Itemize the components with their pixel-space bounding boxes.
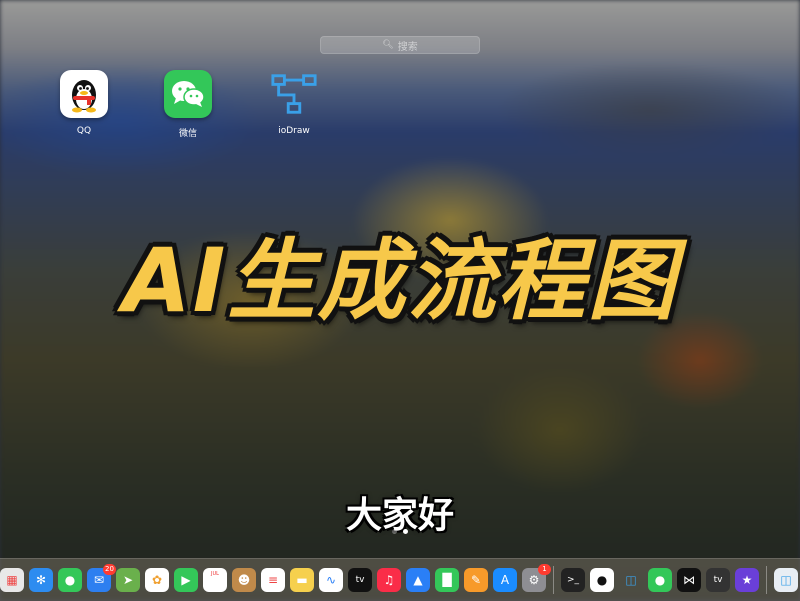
settings-badge: 1 <box>538 564 551 575</box>
music-icon[interactable]: ♫ <box>377 568 401 592</box>
calendar-icon[interactable]: JUL 16 <box>203 568 227 592</box>
wechat-icon <box>164 70 212 118</box>
pages-icon[interactable]: ✎ <box>464 568 488 592</box>
mail-badge: 20 <box>103 564 116 575</box>
app-store-icon[interactable]: A <box>493 568 517 592</box>
wechat-icon[interactable]: ● <box>648 568 672 592</box>
photos-icon[interactable]: ✿ <box>145 568 169 592</box>
page-dot[interactable] <box>392 529 397 534</box>
reminders-icon[interactable]: ≡ <box>261 568 285 592</box>
mail-icon[interactable]: ✉ 20 <box>87 564 116 592</box>
bilibili-icon[interactable]: tv <box>706 568 730 592</box>
search-placeholder: 搜索 <box>397 41 418 53</box>
imovie-icon[interactable]: ★ <box>735 568 759 592</box>
dock-divider <box>553 566 554 594</box>
dock: ▦ ✻ ● ✉ 20 ➤ ✿ ▶ JUL 16 ☻ ≡ ▬ ∿ tv ♫ ▲ █ … <box>0 558 800 601</box>
app-label: ioDraw <box>278 126 310 136</box>
finder-window-icon[interactable]: ◫ <box>774 568 798 592</box>
contacts-icon[interactable]: ☻ <box>232 568 256 592</box>
freeform-icon[interactable]: ∿ <box>319 568 343 592</box>
dock-divider <box>766 566 767 594</box>
qq-icon[interactable]: ● <box>590 568 614 592</box>
numbers-icon[interactable]: █ <box>435 568 459 592</box>
page-indicator[interactable] <box>392 529 408 534</box>
capcut-icon[interactable]: ⋈ <box>677 568 701 592</box>
terminal-icon[interactable]: >_ <box>561 568 585 592</box>
system-settings-icon[interactable]: ⚙ 1 <box>522 564 551 592</box>
search-icon: 🔍︎ <box>382 40 394 50</box>
app-qq[interactable]: QQ <box>44 70 124 136</box>
maps-icon[interactable]: ➤ <box>116 568 140 592</box>
notes-icon[interactable]: ▬ <box>290 568 314 592</box>
launchpad-search-field[interactable]: 🔍︎ 搜索 <box>320 36 480 54</box>
keynote-icon[interactable]: ▲ <box>406 568 430 592</box>
qq-penguin-icon <box>60 70 108 118</box>
app-wechat[interactable]: 微信 <box>148 70 228 139</box>
facetime-icon[interactable]: ▶ <box>174 568 198 592</box>
launchpad-icon[interactable]: ▦ <box>0 568 24 592</box>
page-dot-current[interactable] <box>403 529 408 534</box>
video-headline: AI生成流程图 <box>122 229 678 332</box>
apple-tv-icon[interactable]: tv <box>348 568 372 592</box>
safari-icon[interactable]: ✻ <box>29 568 53 592</box>
app-iodraw[interactable]: ioDraw <box>254 70 334 136</box>
messages-icon[interactable]: ● <box>58 568 82 592</box>
flowchart-icon <box>270 70 318 118</box>
app-label: 微信 <box>178 129 197 139</box>
app-label: QQ <box>76 126 92 136</box>
calendar-day: 16 <box>207 575 223 590</box>
iodraw-icon[interactable]: ◫ <box>619 568 643 592</box>
